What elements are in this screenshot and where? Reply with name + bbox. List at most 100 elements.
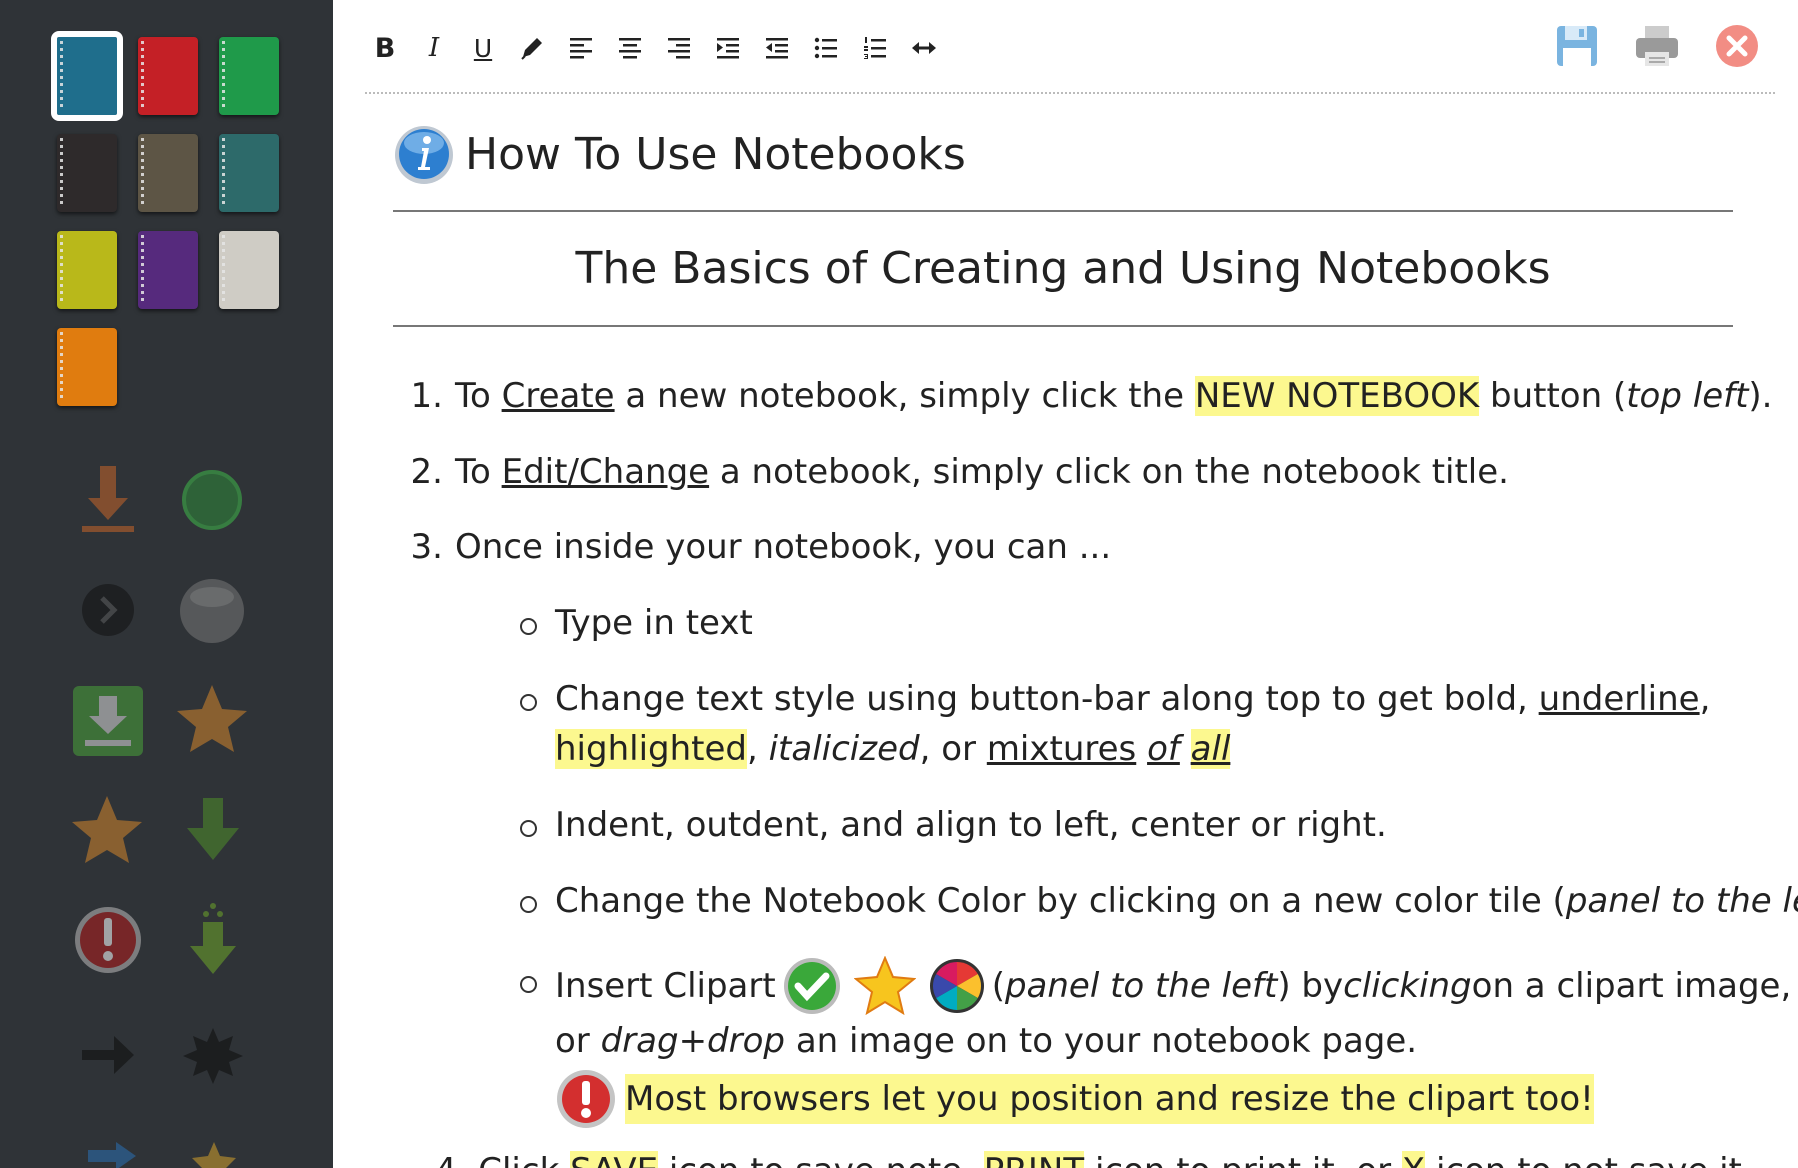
bullet-marker — [520, 976, 537, 993]
highlight-text: all — [1190, 729, 1231, 769]
highlight-text: NEW NOTEBOOK — [1194, 376, 1480, 416]
text: , — [1699, 679, 1711, 719]
bold-icon[interactable]: B — [367, 30, 403, 66]
list-item: 3. Once inside your notebook, you can ... — [385, 522, 1112, 572]
text: button ( — [1479, 376, 1627, 416]
align-center-icon[interactable] — [612, 30, 648, 66]
text: Create — [501, 376, 615, 416]
gold-star-icon[interactable] — [186, 1140, 242, 1168]
starburst-icon[interactable] — [183, 1026, 243, 1086]
highlight-text: X — [1401, 1151, 1426, 1168]
horizontal-rule-icon[interactable] — [906, 30, 942, 66]
text: on a clipart image, — [1471, 966, 1792, 1006]
color-tile-purple[interactable] — [138, 231, 198, 309]
text: underline — [1538, 679, 1700, 719]
list-item: Change text style using button-bar along… — [555, 674, 1710, 724]
green-circle-icon[interactable] — [180, 468, 244, 532]
subtitle: The Basics of Creating and Using Noteboo… — [575, 243, 1551, 294]
toolbar: B I U — [333, 0, 1798, 94]
list-item: highlighted, italicized, or mixtures of … — [555, 724, 1231, 774]
down-arrow-icon[interactable] — [185, 796, 241, 864]
text: ) by — [1277, 966, 1344, 1006]
text: italicized — [768, 729, 920, 769]
color-tile-white[interactable] — [219, 231, 279, 309]
bullet-marker — [520, 820, 537, 837]
text: top left — [1626, 376, 1749, 416]
text: Change text style using button-bar along… — [555, 679, 1539, 719]
numbered-list-icon[interactable] — [857, 30, 893, 66]
notebook-page[interactable]: How To Use Notebooks The Basics of Creat… — [393, 110, 1733, 327]
color-wheel-icon — [929, 959, 984, 1013]
text: Edit/Change — [501, 452, 710, 492]
outdent-icon[interactable] — [759, 30, 795, 66]
save-icon[interactable] — [1553, 22, 1601, 70]
text: a notebook, simply click on the notebook… — [709, 452, 1509, 492]
star-icon[interactable] — [175, 682, 249, 756]
list-number: 3. — [410, 527, 443, 567]
exclamation-icon — [557, 1070, 615, 1128]
blue-arrow-icon[interactable] — [86, 1140, 138, 1168]
star-icon — [853, 956, 916, 1016]
text: a new notebook, simply click the — [614, 376, 1195, 416]
highlight-text: SAVE — [570, 1151, 659, 1168]
text: clicking — [1343, 966, 1472, 1006]
text: 4. Click — [435, 1151, 570, 1168]
download-arrow-icon[interactable] — [78, 462, 138, 538]
highlight-text: PRINT — [983, 1151, 1085, 1168]
text: icon to not save it. — [1425, 1151, 1753, 1168]
star-icon[interactable] — [70, 793, 144, 867]
text: icon to print it, or — [1084, 1151, 1402, 1168]
text: Insert Clipart — [555, 966, 776, 1006]
close-icon[interactable] — [1713, 22, 1761, 70]
text: To — [455, 452, 502, 492]
gray-sphere-icon[interactable] — [178, 577, 246, 645]
color-tile-blue[interactable] — [51, 31, 123, 121]
highlight-text: highlighted — [555, 729, 747, 769]
list-item: Change the Notebook Color by clicking on… — [555, 876, 1798, 926]
download-box-icon[interactable] — [71, 684, 145, 758]
bullet-marker — [520, 896, 537, 913]
underline-icon[interactable]: U — [465, 30, 501, 66]
list-number: 2. — [410, 452, 443, 492]
text: Once inside your notebook, you can ... — [455, 527, 1112, 567]
warning-text: Most browsers let you position and resiz… — [625, 1074, 1594, 1124]
list-number: 1. — [410, 376, 443, 416]
text: ( — [991, 966, 1005, 1006]
align-left-icon[interactable] — [563, 30, 599, 66]
color-tile-yellow[interactable] — [57, 231, 117, 309]
info-icon — [395, 126, 453, 184]
color-tile-brown[interactable] — [138, 134, 198, 212]
indent-icon[interactable] — [710, 30, 746, 66]
bullet-marker — [520, 694, 537, 711]
color-tile-green[interactable] — [219, 37, 279, 115]
text — [1180, 729, 1191, 769]
text: Change the Notebook Color by clicking on… — [555, 881, 1566, 921]
chevron-right-circle-icon[interactable] — [80, 582, 136, 638]
highlight-pen-icon[interactable] — [514, 30, 550, 66]
text: an image on to your notebook page. — [785, 1021, 1418, 1061]
italic-icon[interactable]: I — [416, 30, 452, 66]
list-item: Insert Clipart (panel to the left) by cl… — [555, 956, 1791, 1016]
bullet-marker — [520, 618, 537, 635]
list-item: or drag+drop an image on to your noteboo… — [555, 1016, 1417, 1066]
color-tile-red[interactable] — [138, 37, 198, 115]
list-item: Type in text — [555, 603, 753, 643]
align-right-icon[interactable] — [661, 30, 697, 66]
text: or — [555, 1021, 601, 1061]
text: To — [455, 376, 502, 416]
color-tile-orange[interactable] — [57, 328, 117, 406]
text: panel to the left — [1565, 881, 1798, 921]
list-item: 2. To Edit/Change a notebook, simply clic… — [385, 447, 1509, 497]
sidebar — [0, 0, 333, 1168]
notebook-title[interactable]: How To Use Notebooks — [465, 129, 966, 180]
toolbar-divider — [365, 92, 1775, 94]
dotted-down-arrow-icon[interactable] — [188, 900, 238, 978]
print-icon[interactable] — [1633, 22, 1681, 70]
text: panel to the left — [1004, 966, 1278, 1006]
color-tile-black[interactable] — [57, 134, 117, 212]
exclamation-icon[interactable] — [72, 904, 144, 976]
color-tile-teal[interactable] — [219, 134, 279, 212]
bullet-list-icon[interactable] — [808, 30, 844, 66]
text: , — [746, 729, 769, 769]
right-arrow-icon[interactable] — [80, 1030, 136, 1080]
